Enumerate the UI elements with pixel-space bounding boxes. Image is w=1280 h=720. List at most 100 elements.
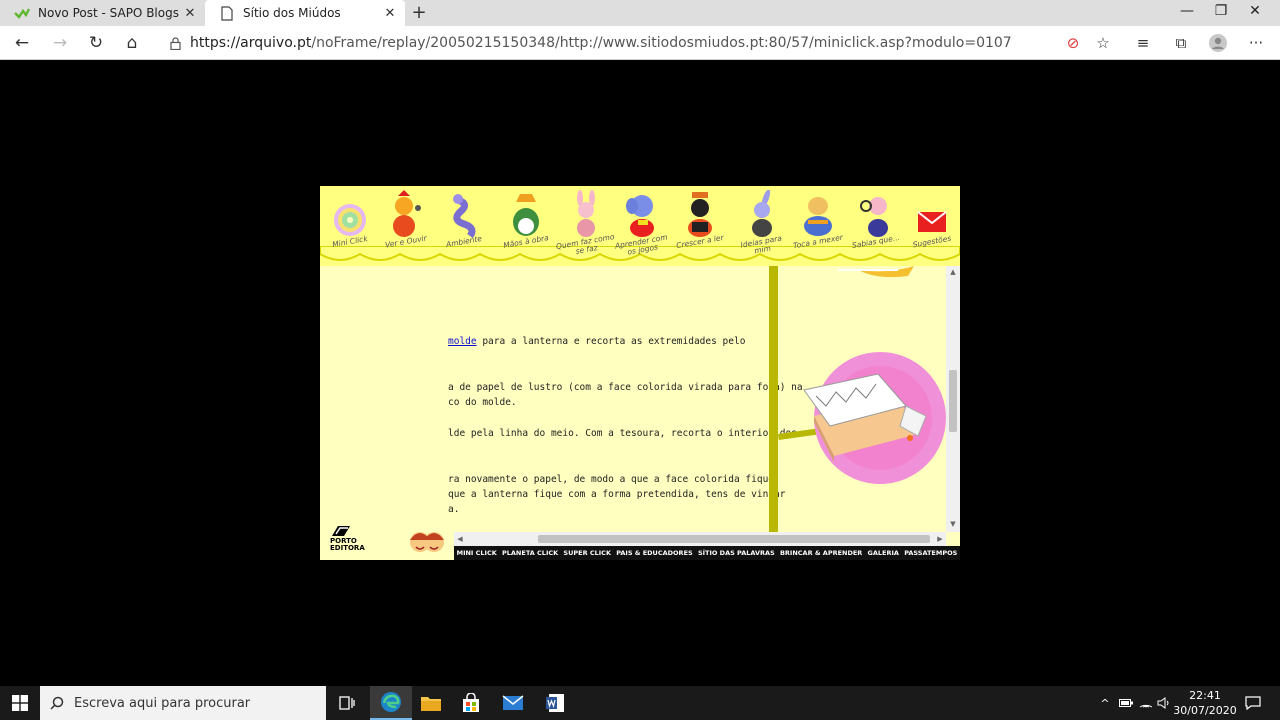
- favorites-list-icon[interactable]: ≡: [1128, 30, 1158, 56]
- bottom-nav-passatempos[interactable]: PASSATEMPOS: [904, 549, 957, 557]
- wifi-icon[interactable]: [1136, 686, 1156, 720]
- envelope-icon: [917, 211, 947, 232]
- file-explorer-icon[interactable]: [410, 686, 452, 720]
- bunny-character-icon: [752, 190, 772, 237]
- lantern-cutting-illustration: [778, 266, 946, 484]
- collections-icon[interactable]: ⧉: [1166, 30, 1196, 56]
- close-window-button[interactable]: ✕: [1232, 0, 1278, 26]
- lock-icon: [160, 36, 190, 50]
- clock-time: 22:41: [1189, 689, 1221, 702]
- sitiodosmiudos-logo[interactable]: [406, 520, 448, 558]
- step-text: a de papel de lustro (com a face colorid…: [448, 382, 803, 393]
- step-text: a.: [448, 504, 460, 515]
- page-icon: [219, 5, 235, 21]
- tab-title: Sítio dos Miúdos: [243, 6, 341, 20]
- refresh-icon[interactable]: ↻: [82, 30, 110, 56]
- bottom-nav-mini-click[interactable]: MINI CLICK: [457, 549, 497, 557]
- worm-character-icon: [453, 194, 476, 238]
- singer-character-icon: [393, 190, 421, 237]
- mail-icon[interactable]: [492, 686, 534, 720]
- bottom-nav-brincar-aprender[interactable]: BRINCAR & APRENDER: [780, 549, 862, 557]
- address-bar[interactable]: https://arquivo.pt/noFrame/replay/200502…: [160, 29, 1120, 57]
- battery-icon[interactable]: [1116, 686, 1136, 720]
- nav-sabias-que[interactable]: Sabias que...: [846, 188, 906, 258]
- bottom-nav-galeria[interactable]: GALERIA: [868, 549, 899, 557]
- bottom-nav-pais-educadores[interactable]: PAIS & EDUCADORES: [616, 549, 692, 557]
- clock-date: 30/07/2020: [1173, 704, 1237, 717]
- nav-ambiente[interactable]: Ambiente: [434, 188, 494, 258]
- close-tab-icon[interactable]: ✕: [379, 6, 401, 21]
- windows-logo-icon: [12, 695, 28, 711]
- scroll-up-arrow-icon[interactable]: ▲: [946, 268, 960, 276]
- top-navigation: Mini Click Ver e Ouvir Ambiente Mãos à o…: [320, 186, 960, 266]
- close-tab-icon[interactable]: ✕: [179, 6, 201, 21]
- notifications-icon[interactable]: [1240, 686, 1266, 720]
- task-view-icon[interactable]: [326, 686, 368, 720]
- windows-taskbar: Escreva aqui para procurar ^ 22:41 30/07…: [0, 686, 1280, 720]
- instruction-step: lde pela linha do meio. Com a tesoura, r…: [448, 426, 797, 441]
- word-icon[interactable]: [534, 686, 576, 720]
- home-icon[interactable]: ⌂: [118, 30, 146, 56]
- porto-editora-logo[interactable]: PORTO EDITORA: [330, 524, 365, 552]
- edge-taskbar-icon[interactable]: [370, 686, 412, 720]
- nav-ideias-para-mim[interactable]: Ideias para mim: [732, 188, 792, 258]
- cat-reader-icon: [688, 192, 712, 237]
- tracking-prevention-icon[interactable]: ⊘: [1058, 30, 1088, 56]
- builder-duck-icon: [513, 194, 539, 236]
- pig-detective-icon: [860, 197, 888, 237]
- step-text: que a lanterna fique com a forma pretend…: [448, 489, 786, 500]
- scroll-right-arrow-icon[interactable]: ▶: [934, 532, 946, 546]
- tab-sapo-blogs[interactable]: Novo Post - SAPO Blogs ✕: [0, 0, 205, 26]
- scroll-thumb[interactable]: [538, 535, 930, 543]
- system-clock[interactable]: 22:41 30/07/2020: [1172, 688, 1238, 718]
- url-host: https://arquivo.pt: [190, 35, 312, 51]
- logo-text: EDITORA: [330, 544, 365, 552]
- bottom-nav-super-click[interactable]: SUPER CLICK: [563, 549, 611, 557]
- instruction-step: ra novamente o papel, de modo a que a fa…: [448, 472, 785, 517]
- back-arrow-icon[interactable]: ←: [8, 30, 36, 56]
- horizontal-scrollbar[interactable]: ◀ ▶: [454, 532, 946, 546]
- nav-maos-a-obra[interactable]: Mãos à obra: [496, 188, 556, 258]
- new-tab-button[interactable]: +: [408, 2, 430, 24]
- url-path: /noFrame/replay/20050215150348/http://ww…: [311, 35, 1012, 51]
- scroll-thumb[interactable]: [949, 370, 957, 432]
- instruction-step: molde para a lanterna e recorta as extre…: [448, 334, 745, 349]
- volume-icon[interactable]: [1154, 686, 1174, 720]
- nav-aprender-jogos[interactable]: Aprender com os jogos: [612, 188, 672, 258]
- porto-editora-mark-icon: [332, 526, 350, 536]
- egg-character-icon: [804, 197, 832, 236]
- bottom-nav-sitio-palavras[interactable]: SÍTIO DAS PALAVRAS: [698, 549, 775, 557]
- bottom-nav-planeta-click[interactable]: PLANETA CLICK: [502, 549, 558, 557]
- step-text: para a lanterna e recorta as extremidade…: [476, 336, 746, 347]
- rainbow-cd-icon: [334, 204, 366, 236]
- step-text: lde pela linha do meio. Com a tesoura, r…: [448, 428, 797, 439]
- nav-quem-faz[interactable]: Quem faz como se faz: [555, 188, 616, 258]
- search-placeholder: Escreva aqui para procurar: [74, 695, 251, 711]
- step-text: ra novamente o papel, de modo a que a fa…: [448, 474, 775, 485]
- forward-arrow-icon[interactable]: →: [46, 30, 74, 56]
- sitio-dos-miudos-page: Mini Click Ver e Ouvir Ambiente Mãos à o…: [320, 186, 960, 560]
- scroll-down-arrow-icon[interactable]: ▼: [946, 520, 960, 528]
- show-hidden-icons-chevron-icon[interactable]: ^: [1096, 686, 1114, 720]
- step-text: co do molde.: [448, 397, 517, 408]
- taskbar-search[interactable]: Escreva aqui para procurar: [40, 686, 326, 720]
- nav-mini-click[interactable]: Mini Click: [320, 188, 380, 258]
- nav-sugestoes[interactable]: Sugestões: [902, 188, 960, 258]
- vertical-scrollbar[interactable]: ▲ ▼: [946, 266, 960, 532]
- molde-link[interactable]: molde: [448, 336, 477, 347]
- microsoft-store-icon[interactable]: [450, 686, 492, 720]
- bottom-navigation: MINI CLICK PLANETA CLICK SUPER CLICK PAI…: [454, 546, 960, 560]
- nav-label: Quem faz como se faz: [555, 232, 616, 256]
- scroll-left-arrow-icon[interactable]: ◀: [454, 532, 466, 546]
- nav-label: Aprender com os jogos: [614, 232, 669, 257]
- divider-bar: [769, 266, 778, 532]
- nav-toca-a-mexer[interactable]: Toca a mexer: [788, 188, 848, 258]
- tab-sitio-dos-miudos[interactable]: Sítio dos Miúdos ✕: [205, 0, 405, 26]
- settings-more-icon[interactable]: ···: [1241, 30, 1271, 56]
- address-toolbar: ← → ↻ ⌂ https://arquivo.pt/noFrame/repla…: [0, 26, 1280, 60]
- profile-avatar-icon[interactable]: [1203, 30, 1233, 56]
- favorite-star-icon[interactable]: ☆: [1088, 30, 1118, 56]
- start-button[interactable]: [0, 686, 40, 720]
- nav-ver-e-ouvir[interactable]: Ver e Ouvir: [376, 188, 436, 258]
- nav-crescer-a-ler[interactable]: Crescer a ler: [670, 188, 730, 258]
